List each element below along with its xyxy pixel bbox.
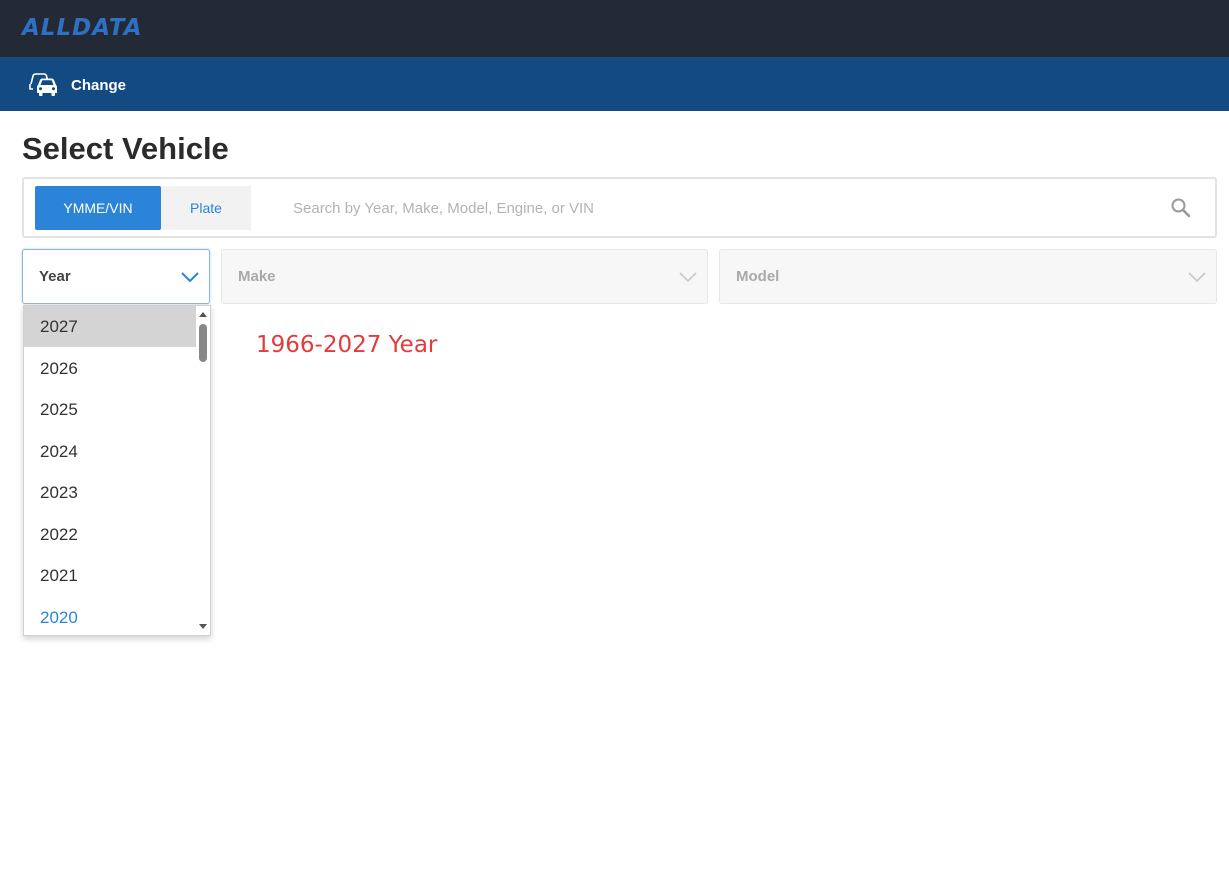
chevron-down-icon	[181, 270, 199, 283]
tab-ymme-vin[interactable]: YMME/VIN	[35, 186, 161, 230]
make-select-label: Make	[238, 268, 276, 285]
year-option[interactable]: 2024	[24, 431, 196, 472]
scrollbar-thumb[interactable]	[199, 324, 207, 362]
year-option[interactable]: 2025	[24, 389, 196, 430]
model-select[interactable]: Model	[719, 249, 1217, 304]
search-icon[interactable]	[1170, 197, 1192, 219]
year-select-label: Year	[39, 268, 71, 285]
change-label: Change	[71, 76, 127, 94]
year-dropdown-list[interactable]: 2027 2026 2025 2024 2023 2022 2021 2020	[23, 305, 211, 636]
year-option[interactable]: 2021	[24, 555, 196, 596]
model-select-label: Model	[736, 268, 780, 285]
scroll-up-icon[interactable]	[199, 312, 207, 317]
chevron-down-icon	[1188, 270, 1206, 283]
top-bar: ALLDATA	[0, 0, 1229, 57]
year-option[interactable]: 2026	[24, 348, 196, 389]
year-option[interactable]: 2022	[24, 514, 196, 555]
scroll-down-icon[interactable]	[199, 624, 207, 629]
year-option[interactable]: 2020	[24, 597, 196, 635]
make-select[interactable]: Make	[221, 249, 708, 304]
page-title: Select Vehicle	[22, 131, 229, 166]
chevron-down-icon	[679, 270, 697, 283]
year-select[interactable]: Year	[22, 249, 210, 304]
dropdown-scrollbar[interactable]	[196, 306, 210, 635]
car-change-icon	[28, 71, 58, 99]
vehicle-search-panel: YMME/VIN Plate	[22, 177, 1217, 238]
tab-plate[interactable]: Plate	[161, 186, 251, 230]
year-option[interactable]: 2027	[24, 306, 196, 347]
year-range-note: 1966-2027 Year	[256, 332, 438, 358]
vehicle-bar	[0, 57, 1229, 111]
year-option[interactable]: 2023	[24, 472, 196, 513]
alldata-logo[interactable]: ALLDATA	[22, 15, 143, 41]
change-vehicle-button[interactable]: Change	[28, 70, 126, 100]
vehicle-search-input[interactable]	[279, 186, 1149, 230]
